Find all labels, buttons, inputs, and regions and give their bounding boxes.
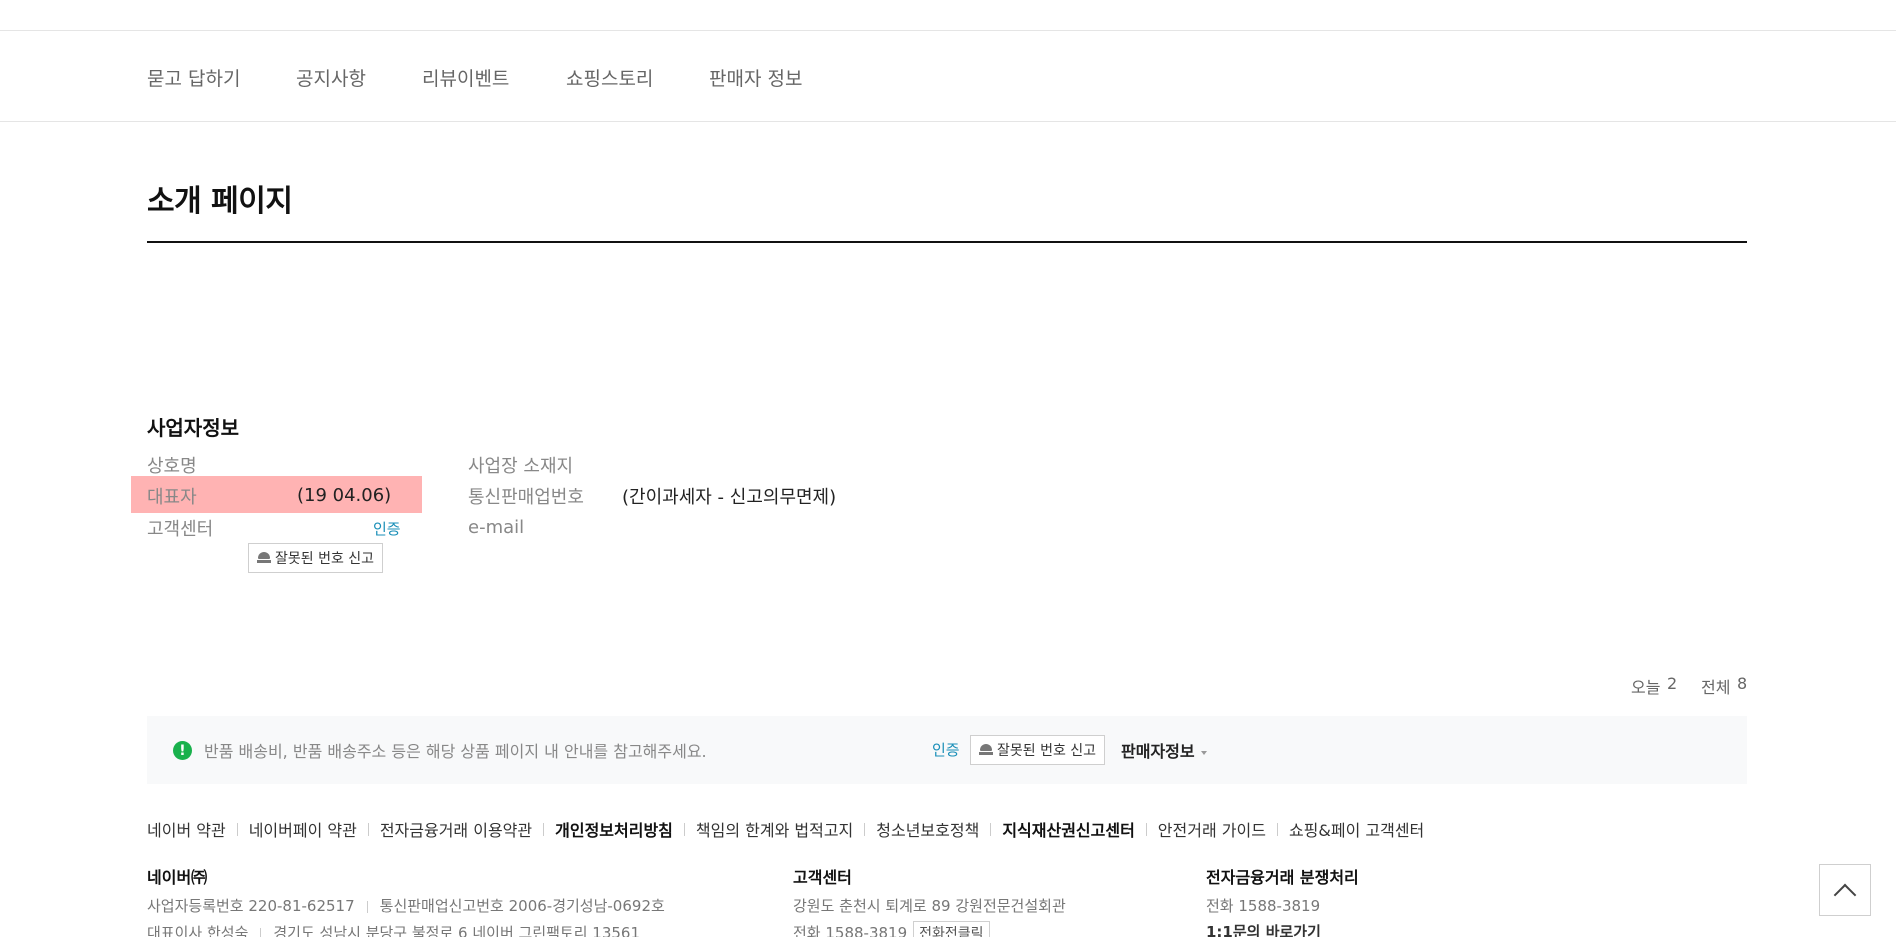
footer-link-youth-policy[interactable]: 청소년보호정책 xyxy=(876,817,979,841)
mail-order-number-label: 통신판매업번호 xyxy=(468,487,584,508)
footer-link-divider xyxy=(367,822,369,836)
report-wrong-number-button[interactable]: 잘못된 번호 신고 xyxy=(248,543,384,573)
footer-company-title: 네이버㈜ xyxy=(147,868,208,887)
title-divider xyxy=(147,241,1747,243)
return-notice-box: ! 반품 배송비, 반품 배송주소 등은 해당 상품 페이지 내 안내를 참고해… xyxy=(147,716,1747,784)
footer-customer-title: 고객센터 xyxy=(793,868,852,887)
notice-cert-link[interactable]: 인증 xyxy=(932,739,960,760)
footer-inline-divider xyxy=(260,927,262,937)
footer-inline-divider xyxy=(366,900,368,913)
visits-total-value: 8 xyxy=(1737,674,1748,693)
company-name-label: 상호명 xyxy=(147,456,197,477)
footer-link-divider xyxy=(864,822,866,836)
nav-item-seller-info[interactable]: 판매자 정보 xyxy=(709,64,802,91)
return-notice-text: 반품 배송비, 반품 배송주소 등은 해당 상품 페이지 내 안내를 참고해주세… xyxy=(204,742,707,761)
footer-dispute-title: 전자금융거래 분쟁처리 xyxy=(1206,868,1359,887)
notice-report-wrong-number-button[interactable]: 잘못된 번호 신고 xyxy=(970,735,1106,765)
footer-customer-line-2: 전화 1588-3819 전화전클릭 xyxy=(793,921,990,937)
seller-info-toggle[interactable]: 판매자정보 xyxy=(1121,738,1207,762)
mail-order-reg-number: 통신판매업신고번호 2006-경기성남-0692호 xyxy=(379,897,665,915)
footer-link-safe-trade-guide[interactable]: 안전거래 가이드 xyxy=(1158,817,1266,841)
footer-inquiry-link[interactable]: 1:1문의 바로가기 xyxy=(1206,921,1321,937)
representative-value: (19 04.06) xyxy=(297,485,392,506)
nav-item-shopping-story[interactable]: 쇼핑스토리 xyxy=(566,64,653,91)
page-title: 소개 페이지 xyxy=(147,184,293,219)
footer-link-legal-notice[interactable]: 책임의 한계와 법적고지 xyxy=(696,817,853,841)
store-nav: 묻고 답하기 공지사항 리뷰이벤트 쇼핑스토리 판매자 정보 xyxy=(0,31,1896,122)
seller-info-label: 판매자정보 xyxy=(1121,742,1195,761)
notice-report-button-label: 잘못된 번호 신고 xyxy=(997,743,1097,759)
nav-item-notice[interactable]: 공지사항 xyxy=(296,64,366,91)
footer-link-efinance-terms[interactable]: 전자금융거래 이용약관 xyxy=(380,817,532,841)
footer-dispute-phone: 전화 1588-3819 xyxy=(1206,897,1321,915)
footer-link-divider xyxy=(236,822,238,836)
footer-link-shopping-pay-cs[interactable]: 쇼핑&페이 고객센터 xyxy=(1289,817,1424,841)
business-info-title: 사업자정보 xyxy=(147,416,239,440)
page: 묻고 답하기 공지사항 리뷰이벤트 쇼핑스토리 판매자 정보 소개 페이지 사업… xyxy=(0,0,1896,937)
phone-icon xyxy=(257,552,271,564)
footer-link-divider xyxy=(1276,822,1278,836)
nav-item-qna[interactable]: 묻고 답하기 xyxy=(147,64,240,91)
caret-down-icon xyxy=(1200,750,1207,755)
phone-icon xyxy=(979,744,993,756)
ceo-name: 대표이사 한성숙 xyxy=(147,924,249,937)
footer-link-divider xyxy=(1145,822,1147,836)
click-to-call-button[interactable]: 전화전클릭 xyxy=(913,921,990,937)
visits-today-label: 오늘 xyxy=(1631,678,1661,697)
footer-link-naverpay-terms[interactable]: 네이버페이 약관 xyxy=(249,817,357,841)
nav-item-review-event[interactable]: 리뷰이벤트 xyxy=(422,64,509,91)
company-address: 경기도 성남시 분당구 불정로 6 네이버 그린팩토리 13561 xyxy=(273,924,641,937)
footer-link-naver-terms[interactable]: 네이버 약관 xyxy=(147,817,226,841)
customer-center-label: 고객센터 xyxy=(147,519,214,540)
footer-link-divider xyxy=(543,822,545,836)
cert-link[interactable]: 인증 xyxy=(373,518,401,539)
email-label: e-mail xyxy=(468,517,525,538)
footer-customer-phone: 전화 1588-3819 xyxy=(793,924,908,937)
top-bar xyxy=(0,0,1896,31)
footer-link-privacy-policy[interactable]: 개인정보처리방침 xyxy=(555,817,673,841)
footer-link-divider xyxy=(990,822,992,836)
footer-customer-address: 강원도 춘천시 퇴계로 89 강원전문건설회관 xyxy=(793,897,1066,915)
business-address-label: 사업장 소재지 xyxy=(468,456,574,477)
business-reg-number: 사업자등록번호 220-81-62517 xyxy=(147,897,355,915)
footer-link-divider xyxy=(683,822,685,836)
scroll-to-top-button[interactable] xyxy=(1819,864,1871,916)
mail-order-number-value: (간이과세자 - 신고의무면제) xyxy=(622,487,837,508)
representative-label: 대표자 xyxy=(147,487,197,508)
visits-total-label: 전체 xyxy=(1701,678,1731,697)
footer-link-ip-report-center[interactable]: 지식재산권신고센터 xyxy=(1002,817,1134,841)
footer-links: 네이버 약관 네이버페이 약관 전자금융거래 이용약관 개인정보처리방침 책임의… xyxy=(147,817,1424,841)
exclamation-icon: ! xyxy=(173,741,192,760)
footer-company-line-1: 사업자등록번호 220-81-62517 통신판매업신고번호 2006-경기성남-… xyxy=(147,895,665,916)
report-button-label: 잘못된 번호 신고 xyxy=(275,551,375,567)
footer-company-line-2: 대표이사 한성숙 경기도 성남시 분당구 불정로 6 네이버 그린팩토리 1356… xyxy=(147,922,640,937)
visits-today-value: 2 xyxy=(1667,674,1678,693)
